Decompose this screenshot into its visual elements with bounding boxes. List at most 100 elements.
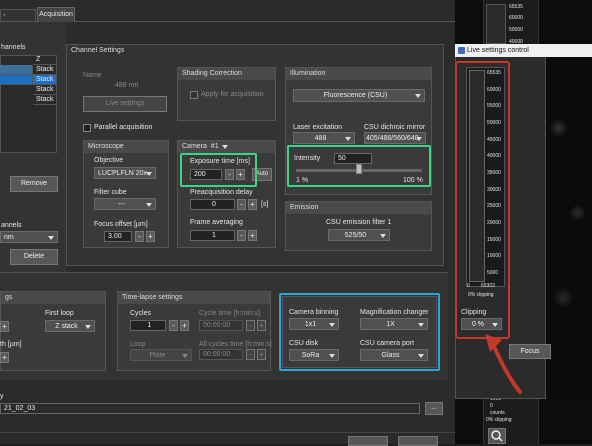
table-row[interactable]: Stack xyxy=(33,85,57,95)
filter-cube-value: --- xyxy=(118,201,125,208)
loop-panel-title: gs xyxy=(1,292,105,304)
all-cycles-decrement-button: - xyxy=(246,349,255,360)
first-loop-select[interactable]: Z stack xyxy=(45,320,95,332)
cycles-input[interactable]: 1 xyxy=(130,320,166,331)
predelay-increment-button[interactable]: + xyxy=(248,199,257,210)
table-row[interactable]: Stack xyxy=(33,65,57,75)
cycle-time-label: Cycle time [h:min:s] xyxy=(199,310,261,317)
browse-button[interactable]: ... xyxy=(425,402,443,415)
bottom-button-2[interactable] xyxy=(398,436,438,446)
name-value: 488 nm xyxy=(115,82,139,89)
live-settings-highlight xyxy=(455,61,510,339)
focus-increment-button[interactable]: + xyxy=(146,231,155,242)
apply-checkbox[interactable] xyxy=(190,91,198,99)
mirror-value: 405/488/560/640 xyxy=(366,135,419,142)
parallel-checkbox[interactable] xyxy=(83,124,91,132)
channel-settings-title: Channel Settings xyxy=(71,47,125,54)
chevron-down-icon xyxy=(146,172,152,176)
objective-value: LUCPLFLN 20x xyxy=(98,170,148,177)
table-row[interactable]: Stack xyxy=(33,75,57,85)
bg-scale-label: 65535 xyxy=(509,4,523,10)
bottom-button-1[interactable] xyxy=(348,436,388,446)
mag-changer-value: 1X xyxy=(386,321,395,328)
timelapse-title: Time-lapse settings xyxy=(118,292,270,304)
live-window-titlebar[interactable]: Live settings control xyxy=(455,44,592,57)
objective-select[interactable]: LUCPLFLN 20x xyxy=(94,167,156,179)
csu-disk-select[interactable]: SoRa xyxy=(289,349,339,361)
binning-select[interactable]: 1x1 xyxy=(289,318,339,330)
first-loop-label: First loop xyxy=(45,310,74,317)
search-icon[interactable] xyxy=(488,428,506,444)
csu-port-value: Glass xyxy=(381,352,400,359)
cycle-time-input: 00:00:00 xyxy=(199,320,243,331)
focus-decrement-button[interactable]: - xyxy=(135,231,144,242)
filter-cube-select[interactable]: --- xyxy=(94,198,156,210)
laser-value: 488 xyxy=(314,135,327,142)
bg-scale-label: 60000 xyxy=(509,15,523,21)
csu-port-select[interactable]: Glass xyxy=(360,349,428,361)
predelay-unit: [s] xyxy=(261,201,269,208)
loop-label: Loop xyxy=(130,341,146,348)
bg-histogram-bar xyxy=(486,4,506,44)
annotation-arrow xyxy=(485,334,522,394)
mirror-label: CSU dichroic mirror xyxy=(364,124,426,131)
exposure-highlight xyxy=(180,153,257,187)
channels-header: hannels xyxy=(1,44,26,51)
predelay-input[interactable]: 0 xyxy=(190,199,235,210)
bg-scale-label: 0% clipping xyxy=(486,417,512,423)
focus-offset-input[interactable]: 3.00 xyxy=(104,231,132,242)
name-label: Name xyxy=(83,72,102,79)
cycles-decrement-button[interactable]: - xyxy=(169,320,178,331)
chevron-down-icon xyxy=(182,354,188,358)
channel-select-value: nm xyxy=(4,234,14,241)
filter-cube-label: Filter cube xyxy=(94,189,127,196)
mirror-select[interactable]: 405/488/560/640 xyxy=(364,132,426,144)
loop-increment-button[interactable]: + xyxy=(0,321,9,332)
depth-increment-button[interactable]: + xyxy=(0,352,9,363)
delete-button[interactable]: Delete xyxy=(10,249,58,265)
all-cycles-input: 00:00:00 xyxy=(199,349,243,360)
bg-scale-label: 50000 xyxy=(509,27,523,33)
frame-averaging-input[interactable]: 1 xyxy=(190,230,235,241)
emission-filter-value: 525/50 xyxy=(344,232,367,239)
emission-filter-select[interactable]: 525/50 xyxy=(328,229,390,241)
table-row[interactable]: Stack xyxy=(33,95,57,105)
apply-label: Apply for acquisition xyxy=(201,91,264,98)
predelay-decrement-button[interactable]: - xyxy=(237,199,246,210)
illumination-mode-value: Fluorescence (CSU) xyxy=(323,92,388,99)
chevron-down-icon xyxy=(416,137,422,141)
app-icon xyxy=(458,47,465,54)
cycle-time-decrement-button: - xyxy=(246,320,255,331)
illumination-mode-select[interactable]: Fluorescence (CSU) xyxy=(293,89,425,102)
table-row[interactable] xyxy=(0,75,33,85)
binning-label: Camera binning xyxy=(289,309,339,316)
laser-select[interactable]: 488 xyxy=(293,132,355,144)
mag-changer-select[interactable]: 1X xyxy=(360,318,428,330)
frame-averaging-label: Frame averaging xyxy=(190,219,243,226)
camera-tab-chevron-icon[interactable] xyxy=(222,145,228,149)
chevron-down-icon xyxy=(48,236,54,240)
path-label: y xyxy=(0,393,4,400)
emission-panel: Emission xyxy=(285,201,432,251)
focus-offset-label: Focus offset [µm] xyxy=(94,221,148,228)
bg-scale-label: counts xyxy=(490,410,505,416)
channel-select[interactable]: nm xyxy=(0,231,58,243)
tab-autofocus[interactable]: -Autofocus xyxy=(0,9,36,30)
table-row[interactable] xyxy=(0,65,33,75)
cycles-label: Cycles xyxy=(130,310,152,317)
remove-button[interactable]: Remove xyxy=(10,176,58,192)
microscope-title: Microscope xyxy=(84,141,168,153)
chevron-down-icon xyxy=(146,203,152,207)
frame-averaging-decrement-button[interactable]: - xyxy=(237,230,246,241)
live-settings-button[interactable]: Live settings xyxy=(83,96,167,112)
tab-acquisition[interactable]: Acquisition xyxy=(37,7,75,22)
first-loop-value: Z stack xyxy=(55,323,78,330)
parallel-label: Parallel acquisition xyxy=(94,124,153,131)
camera-tab-number: #1 xyxy=(210,143,219,150)
frame-averaging-increment-button[interactable]: + xyxy=(248,230,257,241)
chevron-down-icon xyxy=(345,137,351,141)
path-input[interactable]: 21_02_03 xyxy=(0,403,420,414)
emission-filter-label: CSU emission filter 1 xyxy=(326,219,392,226)
chevron-down-icon xyxy=(418,323,424,327)
cycles-increment-button[interactable]: + xyxy=(180,320,189,331)
